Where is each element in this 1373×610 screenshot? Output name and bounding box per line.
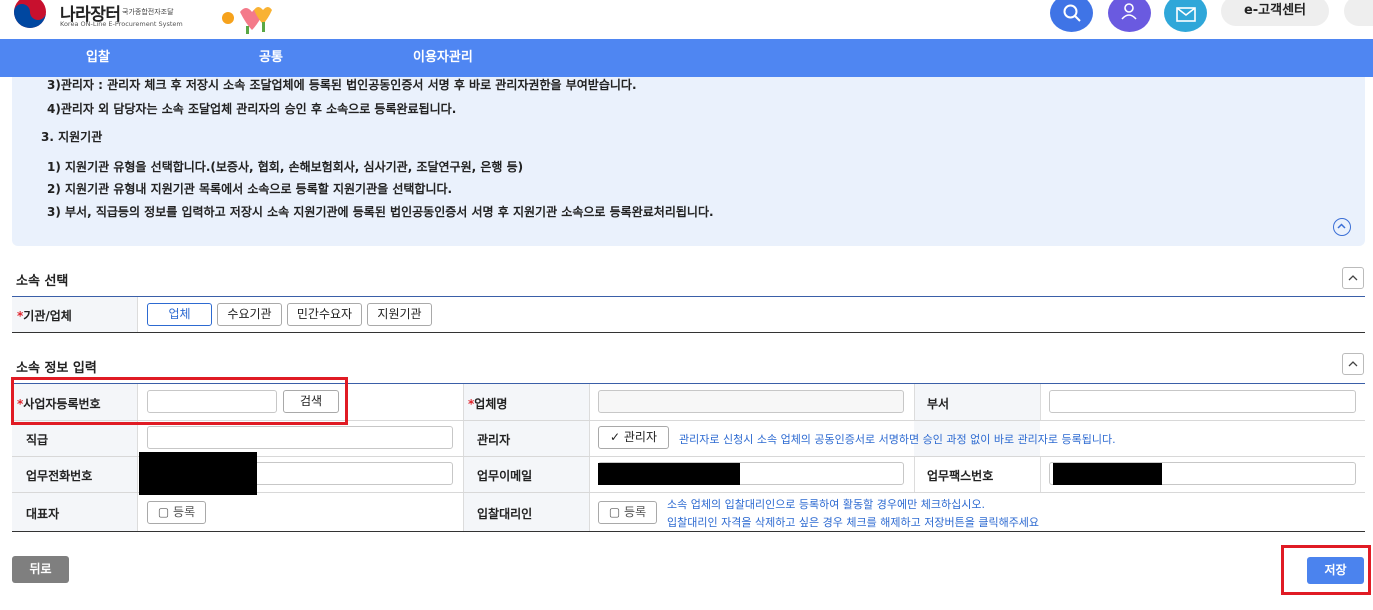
search-icon: [1063, 4, 1081, 22]
divider: [914, 456, 915, 492]
info-line: 4)관리자 외 담당자는 소속 조달업체 관리자의 승인 후 소속으로 등록완료…: [47, 102, 457, 116]
org-type-label: *기관/업체: [17, 307, 72, 324]
redacted-email: [598, 463, 740, 485]
company-name-input[interactable]: [598, 390, 904, 413]
rank-input[interactable]: [147, 426, 453, 449]
form-collapse-button[interactable]: [1342, 353, 1364, 375]
divider: [589, 384, 590, 531]
collapse-guide-button[interactable]: [1333, 218, 1351, 236]
divider: [463, 384, 464, 531]
admin-checkbox[interactable]: ✓ 관리자: [598, 426, 669, 449]
table-bottom-border: [12, 531, 1365, 532]
agent-label: 입찰대리인: [477, 507, 533, 521]
nav-item-bid[interactable]: 입찰: [86, 39, 110, 77]
redacted-fax: [1053, 463, 1162, 485]
header-extra-button[interactable]: [1344, 0, 1373, 26]
back-button[interactable]: 뒤로: [12, 556, 69, 583]
taegeuk-logo-icon[interactable]: [12, 0, 48, 32]
org-option-private-demand[interactable]: 민간수요자: [287, 303, 362, 326]
table-bottom-border: [12, 332, 1365, 333]
table-top-border: [12, 296, 1365, 297]
info-line: 3)관리자 : 관리자 체크 후 저장시 소속 조달업체에 등록된 법인공동인증…: [47, 78, 637, 92]
main-nav: 입찰 공통 이용자관리: [0, 39, 1373, 77]
info-line: 3) 부서, 직급등의 정보를 입력하고 저장시 소속 지원기관에 등록된 법인…: [47, 205, 714, 219]
nav-item-common[interactable]: 공통: [259, 39, 283, 77]
affiliation-section-title: 소속 선택: [16, 274, 69, 289]
my-page-button[interactable]: [1108, 0, 1151, 32]
divider: [137, 297, 138, 332]
chevron-up-icon: [1348, 275, 1358, 281]
nav-item-user-management[interactable]: 이용자관리: [413, 39, 473, 77]
divider: [1040, 384, 1041, 420]
form-section-title: 소속 정보 입력: [16, 361, 97, 376]
company-label: *업체명: [468, 395, 507, 412]
org-option-demand-agency[interactable]: 수요기관: [217, 303, 282, 326]
phone-label: 업무전화번호: [26, 469, 93, 483]
dept-label: 부서: [927, 397, 950, 411]
customer-center-button[interactable]: e-고객센터: [1221, 0, 1329, 26]
email-label: 업무이메일: [477, 469, 533, 483]
divider: [1040, 456, 1041, 492]
user-icon: [1120, 3, 1137, 20]
rep-label: 대표자: [26, 507, 60, 521]
mail-button[interactable]: [1164, 0, 1207, 32]
admin-label: 관리자: [477, 433, 511, 447]
rank-label: 직급: [26, 433, 49, 447]
search-icon-button[interactable]: [1050, 0, 1093, 32]
agent-note-2: 입찰대리인 자격을 삭제하고 싶은 경우 체크를 해제하고 저장버튼을 클릭해주…: [667, 516, 1040, 529]
affiliation-collapse-button[interactable]: [1342, 267, 1364, 289]
info-heading: 3. 지원기관: [41, 130, 103, 144]
rep-checkbox[interactable]: ▢ 등록: [147, 501, 206, 524]
info-line: 2) 지원기관 유형내 지원기관 목록에서 소속으로 등록할 지원기관을 선택합…: [47, 182, 453, 196]
agent-checkbox[interactable]: ▢ 등록: [598, 501, 657, 524]
logo-subtitle: 국가종합전자조달: [122, 8, 174, 16]
mail-icon: [1175, 7, 1196, 22]
brn-highlight-box: [11, 377, 348, 425]
save-button[interactable]: 저장: [1307, 557, 1364, 584]
info-line: 1) 지원기관 유형을 선택합니다.(보증사, 협회, 손해보험회사, 심사기관…: [47, 160, 524, 174]
chevron-up-icon: [1337, 223, 1346, 229]
dept-input[interactable]: [1049, 390, 1356, 413]
agent-note-1: 소속 업체의 입찰대리인으로 등록하여 활동할 경우에만 체크하십시오.: [667, 498, 985, 511]
fax-label: 업무팩스번호: [927, 469, 994, 483]
company-label-text: 업체명: [474, 397, 508, 411]
admin-note: 관리자로 신청시 소속 업체의 공동인증서로 서명하면 승인 과정 없이 바로 …: [679, 433, 1116, 446]
flower-hearts-icon: [222, 7, 272, 34]
org-type-label-text: 기관/업체: [23, 309, 72, 323]
logo-english: Korea ON-Line E-Procurement System: [60, 20, 183, 28]
chevron-up-icon: [1348, 361, 1358, 367]
org-option-support-agency[interactable]: 지원기관: [367, 303, 432, 326]
redacted-phone: [139, 452, 257, 495]
org-option-company[interactable]: 업체: [147, 303, 212, 326]
header: 나라장터 국가종합전자조달 Korea ON-Line E-Procuremen…: [0, 0, 1373, 39]
divider: [914, 384, 915, 420]
